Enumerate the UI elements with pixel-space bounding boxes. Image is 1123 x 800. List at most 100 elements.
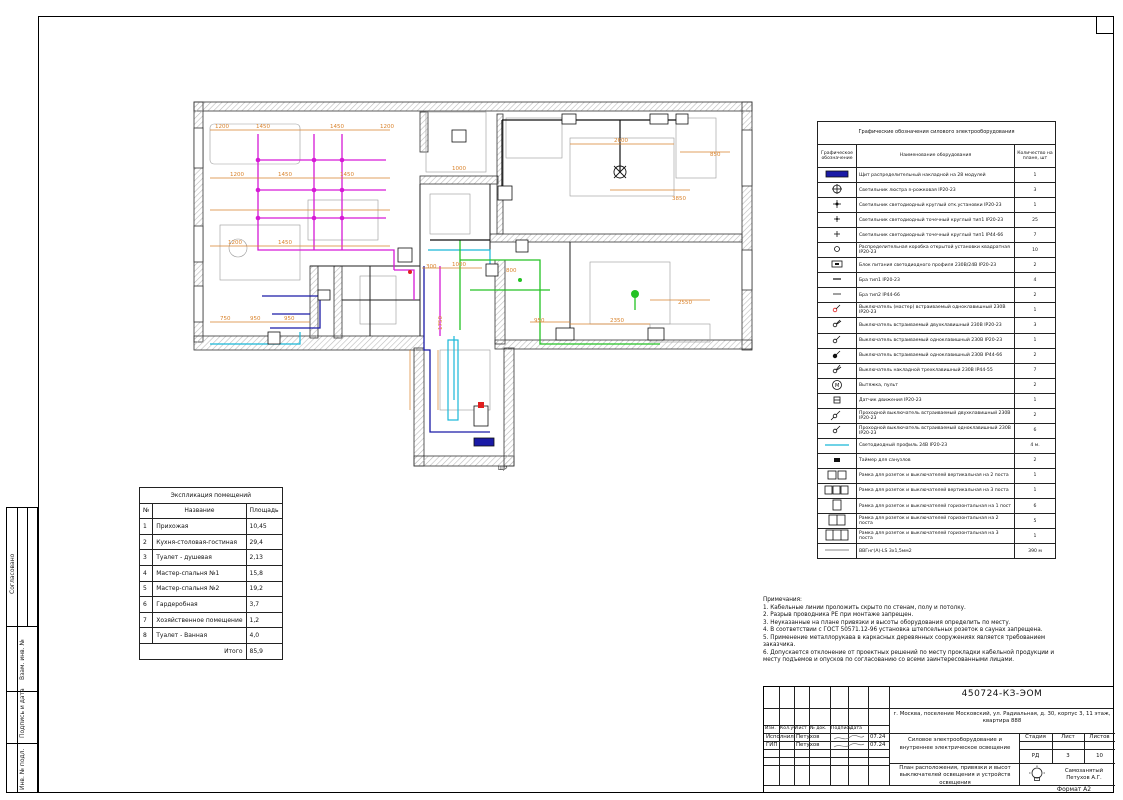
side-label-inv-original: Инв. № подл.: [19, 748, 26, 790]
legend-row: Выключатель встраиваемый двухклавишный 2…: [817, 317, 1056, 334]
legend-name: Распределительная коробка открытой устан…: [856, 242, 1015, 259]
notes-block: Примечания: 1. Кабельные линии проложить…: [763, 597, 1063, 665]
legend-qty: 1: [1014, 332, 1056, 349]
dim-950: 950: [250, 316, 261, 322]
side-approval-strip: Согласовано Взам. инв. № Подпись и дата …: [6, 507, 38, 793]
dim-1200-mid: 1200: [230, 172, 244, 178]
legend-row: Рамка для розеток и выключателей горизон…: [817, 498, 1056, 515]
dim-750: 750: [220, 316, 231, 322]
legend-symbol: [817, 528, 857, 545]
legend-symbol: [817, 272, 857, 289]
legend-symbol: [817, 543, 857, 560]
circuit-cyan: [210, 249, 491, 421]
legend-name: ВВГнг(А)-LS 3х1,5мм2: [856, 543, 1015, 560]
legend-row: Таймер для санузлов 2: [817, 452, 1056, 469]
stage-label: Стадия: [1025, 734, 1046, 740]
sheet-label: Лист: [1061, 734, 1075, 740]
motion-icon: [833, 396, 841, 404]
legend-name: Рамка для розеток и выключателей вертика…: [856, 482, 1015, 500]
dim-1450-mid-2: 1450: [340, 172, 354, 178]
psu-icon: [831, 260, 843, 268]
legend-row: Светильник светодиодный точечный круглый…: [817, 227, 1056, 244]
title-block: 450724-КЗ-ЭОМ г. Москва, поселение Моско…: [763, 686, 1115, 793]
legend-name: Блок питания светодиодного профиля 230В/…: [856, 257, 1015, 274]
magenta-lights: [255, 157, 345, 221]
dim-1450-mid: 1450: [278, 172, 292, 178]
dim-800: 800: [506, 268, 517, 274]
rooms-header-name: Название: [152, 502, 247, 520]
legend-name: Бра тип2 IP44-66: [856, 287, 1015, 304]
legend-name: Выключатель встраиваемый одноклавишный 2…: [856, 332, 1015, 349]
notes-list: 1. Кабельные линии проложить скрыто по с…: [763, 605, 1063, 665]
frame-corner-box: [1096, 16, 1114, 34]
note-item: 2. Разрыв проводника PE при монтаже запр…: [763, 612, 914, 619]
legend-qty: 25: [1014, 212, 1056, 229]
furniture: [209, 111, 717, 411]
legend-qty: 390 м: [1014, 543, 1056, 560]
hdr-date: Дата: [850, 726, 862, 731]
name-chief: Петухов: [796, 742, 820, 748]
dim-2350: 2350: [610, 318, 624, 324]
legend-symbol: [817, 422, 857, 439]
rooms-cell-area: 2,13: [245, 549, 283, 566]
dim-300: 300: [426, 264, 437, 270]
rooms-row: 4 Мастер-спальня №1 15,8: [138, 564, 283, 582]
legend-row: ВВГнг(А)-LS 3х1,5мм2 390 м: [817, 543, 1056, 560]
stage-value: РД: [1031, 753, 1040, 759]
distribution-panel: [473, 437, 495, 447]
rooms-cell-num: 5: [138, 580, 154, 598]
fan-icon: M: [832, 379, 842, 390]
legend-name: Светильник светодиодный точечный круглый…: [856, 212, 1015, 229]
dim-1200-top-2: 1200: [380, 124, 394, 130]
switch1-wet-icon: [832, 350, 841, 358]
hdr-ndoc: № док.: [810, 726, 827, 731]
timer-icon: [834, 457, 840, 462]
sheets-label: Листов: [1089, 734, 1110, 740]
side-label-replace-inv: Взам. инв. №: [19, 639, 26, 680]
project-address: г. Москва, поселение Московский, ул. Рад…: [893, 711, 1111, 725]
legend-name: Бра тип1 IP20-23: [856, 272, 1015, 289]
legend-symbol: [817, 362, 857, 379]
panel-label: ЩР: [498, 466, 508, 472]
rooms-cell-name: Прихожая: [152, 518, 247, 535]
legend-qty: 1: [1014, 302, 1056, 319]
legend-qty: 5: [1014, 513, 1056, 530]
rooms-cell-num: 7: [138, 611, 154, 629]
legend-row: Светодиодный профиль 24В IP20-23 4 м.: [817, 437, 1056, 454]
sheets-value: 10: [1096, 753, 1103, 759]
notes-title: Примечания:: [763, 597, 802, 603]
legend-symbol: [817, 407, 857, 424]
legend-qty: 4 м.: [1014, 437, 1056, 454]
dim-1450-top: 1450: [256, 124, 270, 130]
legend-row: M Вытяжка, пульт 2: [817, 377, 1056, 394]
panel-icon: [825, 170, 849, 178]
legend-qty: 2: [1014, 452, 1056, 469]
rooms-cell-name: Туалет - душевая: [152, 549, 247, 566]
legend-row: Рамка для розеток и выключателей горизон…: [817, 513, 1056, 530]
legend-name: Рамка для розеток и выключателей горизон…: [856, 498, 1015, 515]
bulb-logo-icon: [1029, 765, 1045, 781]
hdr-izm: Изм.: [765, 726, 776, 731]
legend-row: Светильник светодиодный круглый отк.уста…: [817, 197, 1056, 214]
legend-row: Щит распределительный накладной на 28 мо…: [817, 166, 1056, 184]
signature-marks: [833, 734, 865, 748]
note-item: 6. Допускается отклонение от проектных р…: [763, 649, 1055, 664]
legend-symbol: [817, 437, 857, 454]
legend-table-body: Щит распределительный накладной на 28 мо…: [817, 166, 1056, 560]
legend-name: Рамка для розеток и выключателей горизон…: [856, 528, 1015, 545]
legend-qty: 2: [1014, 257, 1056, 274]
legend-qty: 4: [1014, 272, 1056, 289]
rooms-header-area: Площадь: [245, 502, 283, 520]
legend-qty: 1: [1014, 482, 1056, 500]
rooms-cell-area: 4,0: [245, 627, 283, 644]
dim-2600: 2600: [614, 138, 628, 144]
legend-symbol: [817, 227, 857, 244]
sconce1-icon: [833, 278, 841, 280]
note-item: 1. Кабельные линии проложить скрыто по с…: [763, 604, 966, 611]
hdr-kol: Кол.уч: [780, 726, 796, 731]
note-item: 4. В соответствии с ГОСТ 50571.12-96 уст…: [763, 627, 1043, 634]
svg-text:M: M: [835, 383, 839, 389]
legend-row: Блок питания светодиодного профиля 230В/…: [817, 257, 1056, 274]
legend-row: Выключатель встраиваемый одноклавишный 2…: [817, 347, 1056, 364]
floor-plan: 1450 1450 1200 1200 1450 1200 1450 1450 …: [193, 101, 753, 472]
